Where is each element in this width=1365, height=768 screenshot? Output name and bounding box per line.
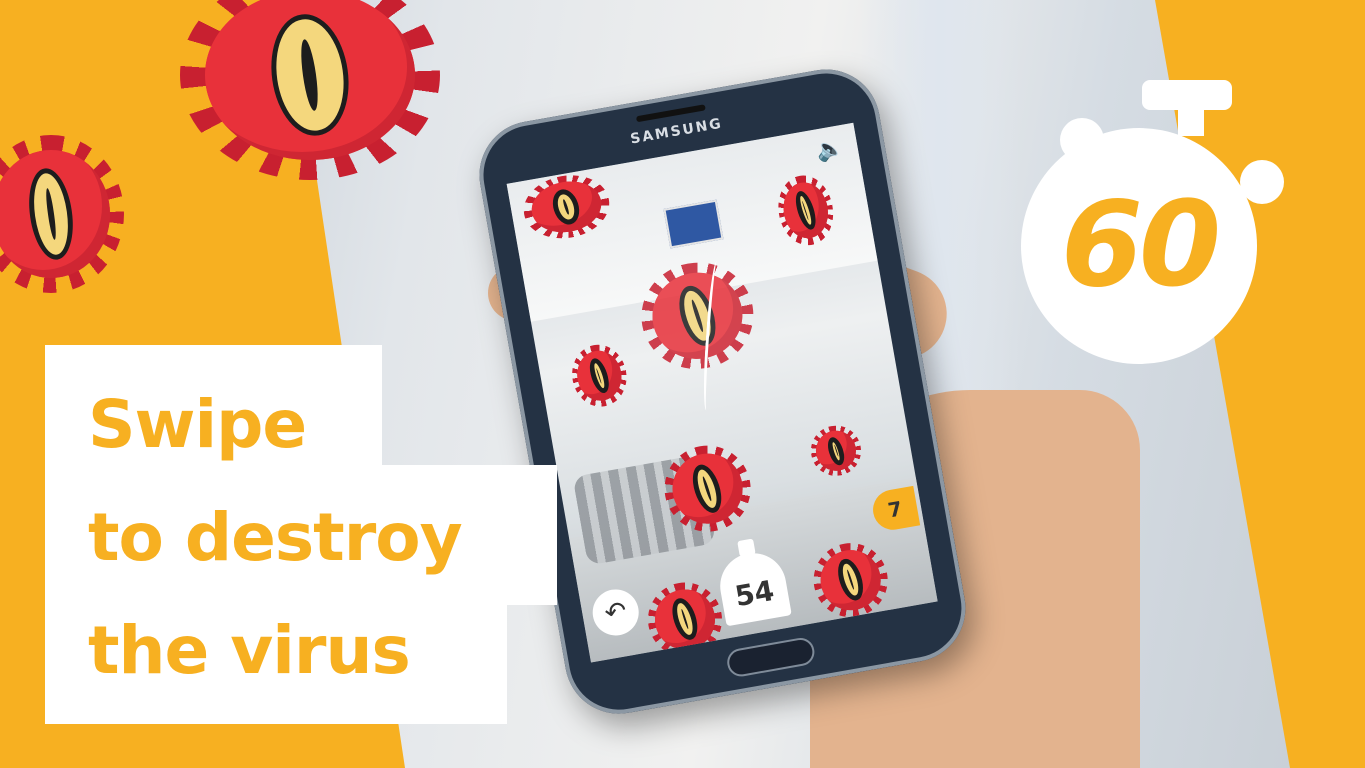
caption-line-2: to destroy [88,499,463,576]
virus-target[interactable] [518,168,615,245]
virus-target[interactable] [567,340,632,411]
virus-left [0,134,125,294]
caption-line-3: the virus [88,612,411,689]
game-screen[interactable]: 🔈 ↶ 54 7 [506,122,938,663]
caption-line-1: Swipe [88,386,307,463]
phone-home-button[interactable] [725,635,817,679]
virus-target[interactable] [772,171,839,250]
virus-large-top [179,0,441,181]
virus-target-exploding[interactable] [633,253,762,378]
game-timer: 54 [713,534,792,627]
countdown-number: 60 [1060,175,1221,313]
virus-target[interactable] [641,576,729,663]
virus-target[interactable] [807,537,894,624]
virus-target[interactable] [807,422,865,480]
mute-speaker-icon[interactable]: 🔈 [814,135,845,164]
virus-target[interactable] [657,438,758,539]
